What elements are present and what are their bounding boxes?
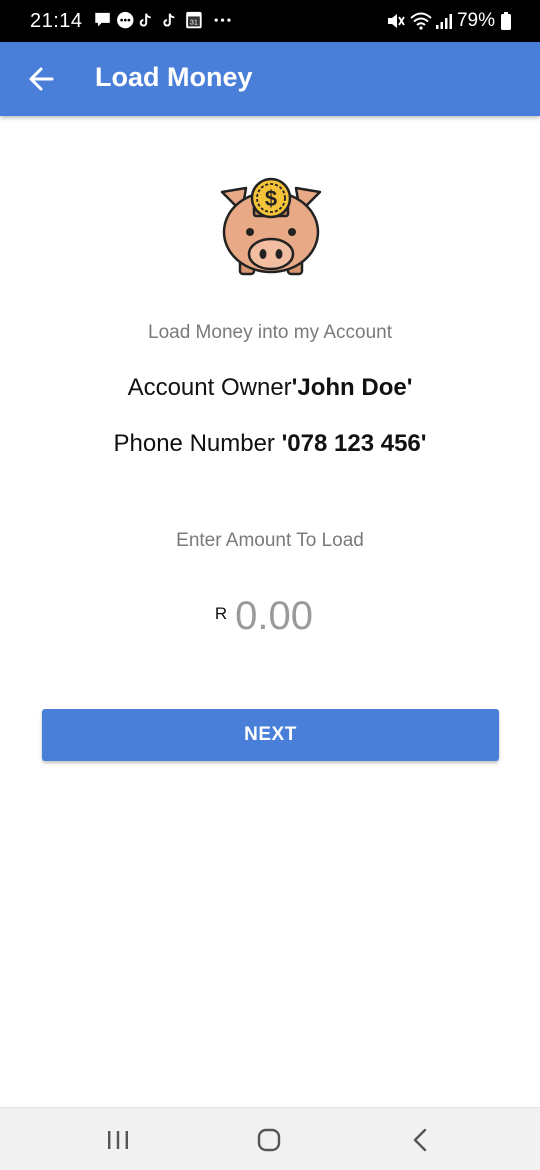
tiktok-icon: [163, 13, 175, 27]
home-icon[interactable]: [249, 1124, 289, 1156]
status-bar: 21:14 31 79%: [0, 0, 540, 42]
system-icons: 79%: [385, 10, 512, 32]
owner-label: Account Owner: [127, 374, 292, 401]
arrow-left-icon: [29, 67, 54, 91]
phone-number-line: Phone Number '078 123 456': [0, 430, 540, 458]
phone-number: '078 123 456': [281, 430, 427, 457]
page-title: Load Money: [95, 62, 253, 92]
battery-percent: 79%: [456, 10, 495, 31]
amount-field: R: [0, 594, 540, 654]
chat-bubble-icon: [117, 11, 134, 29]
back-button[interactable]: [22, 59, 62, 99]
screen: 21:14 31 79% Load Money $ Load Money int…: [0, 0, 540, 1170]
calendar-day: 31: [190, 18, 198, 27]
amount-input[interactable]: [235, 594, 326, 639]
next-button[interactable]: NEXT: [42, 709, 499, 761]
recents-icon[interactable]: [98, 1124, 138, 1156]
tiktok-icon: [139, 13, 151, 27]
account-owner-line: Account Owner'John Doe': [0, 374, 540, 402]
piggy-bank-dollar-icon: $: [220, 177, 322, 276]
battery-icon: [501, 12, 511, 30]
calendar-icon: 31: [186, 11, 202, 29]
currency-symbol: R: [214, 604, 228, 623]
notification-icons: 31: [95, 11, 231, 29]
message-icon: [95, 12, 110, 27]
subtitle: Load Money into my Account: [148, 322, 392, 343]
status-time: 21:14: [30, 10, 83, 32]
amount-label: Enter Amount To Load: [176, 530, 364, 551]
back-chevron-icon[interactable]: [400, 1124, 440, 1156]
signal-icon: [435, 14, 452, 29]
wifi-icon: [410, 12, 432, 30]
phone-label: Phone Number: [113, 430, 282, 457]
more-dots-icon: [214, 18, 231, 22]
owner-name: 'John Doe': [291, 374, 413, 401]
app-bar: Load Money: [0, 42, 540, 116]
svg-text:$: $: [265, 186, 277, 211]
mute-icon: [387, 14, 405, 28]
navigation-bar: [0, 1107, 540, 1170]
